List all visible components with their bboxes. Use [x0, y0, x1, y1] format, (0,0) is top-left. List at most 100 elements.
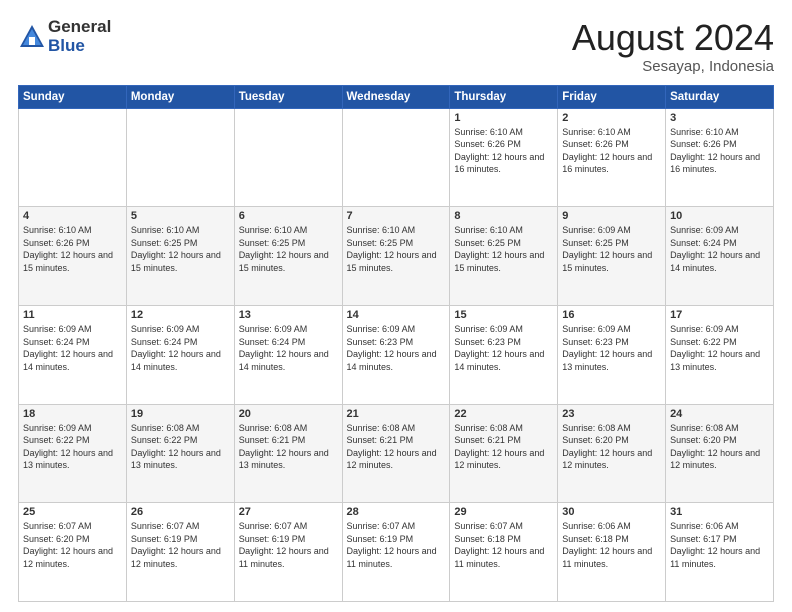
day-number: 13 [239, 309, 338, 321]
day-info: Sunrise: 6:07 AM Sunset: 6:19 PM Dayligh… [347, 520, 446, 570]
day-number: 7 [347, 210, 446, 222]
header-sunday: Sunday [19, 85, 127, 108]
day-info: Sunrise: 6:09 AM Sunset: 6:24 PM Dayligh… [131, 323, 230, 373]
day-info: Sunrise: 6:08 AM Sunset: 6:20 PM Dayligh… [670, 422, 769, 472]
day-number: 14 [347, 309, 446, 321]
calendar-cell: 3 Sunrise: 6:10 AM Sunset: 6:26 PM Daylig… [666, 108, 774, 207]
logo-text: General Blue [48, 18, 111, 55]
calendar-cell: 14 Sunrise: 6:09 AM Sunset: 6:23 PM Dayli… [342, 305, 450, 404]
calendar-cell: 18Sunrise: 6:09 AM Sunset: 6:22 PM Dayli… [19, 404, 127, 503]
header-thursday: Thursday [450, 85, 558, 108]
day-info: Sunrise: 6:06 AM Sunset: 6:17 PM Dayligh… [670, 520, 769, 570]
calendar-cell: 15 Sunrise: 6:09 AM Sunset: 6:23 PM Dayli… [450, 305, 558, 404]
day-info: Sunrise: 6:10 AM Sunset: 6:26 PM Dayligh… [670, 126, 769, 176]
calendar-cell: 1 Sunrise: 6:10 AM Sunset: 6:26 PM Daylig… [450, 108, 558, 207]
day-info: Sunrise: 6:10 AM Sunset: 6:26 PM Dayligh… [454, 126, 553, 176]
logo-icon [18, 23, 46, 51]
day-info: Sunrise: 6:09 AM Sunset: 6:23 PM Dayligh… [347, 323, 446, 373]
day-info: Sunrise: 6:08 AM Sunset: 6:20 PM Dayligh… [562, 422, 661, 472]
day-number: 19 [131, 408, 230, 420]
day-info: Sunrise: 6:09 AM Sunset: 6:22 PM Dayligh… [670, 323, 769, 373]
calendar-cell: 7 Sunrise: 6:10 AM Sunset: 6:25 PM Daylig… [342, 207, 450, 306]
calendar-cell: 26 Sunrise: 6:07 AM Sunset: 6:19 PM Dayli… [126, 503, 234, 602]
day-number: 8 [454, 210, 553, 222]
day-number: 5 [131, 210, 230, 222]
day-info: Sunrise: 6:08 AM Sunset: 6:21 PM Dayligh… [239, 422, 338, 472]
day-number: 20 [239, 408, 338, 420]
day-number: 26 [131, 506, 230, 518]
calendar-cell: 5 Sunrise: 6:10 AM Sunset: 6:25 PM Daylig… [126, 207, 234, 306]
header-saturday: Saturday [666, 85, 774, 108]
calendar-cell: 23Sunrise: 6:08 AM Sunset: 6:20 PM Dayli… [558, 404, 666, 503]
day-info: Sunrise: 6:08 AM Sunset: 6:21 PM Dayligh… [454, 422, 553, 472]
calendar-cell [126, 108, 234, 207]
day-number: 11 [23, 309, 122, 321]
calendar-cell: 17 Sunrise: 6:09 AM Sunset: 6:22 PM Dayli… [666, 305, 774, 404]
calendar-cell [234, 108, 342, 207]
day-number: 29 [454, 506, 553, 518]
calendar-cell: 2 Sunrise: 6:10 AM Sunset: 6:26 PM Daylig… [558, 108, 666, 207]
day-info: Sunrise: 6:09 AM Sunset: 6:23 PM Dayligh… [454, 323, 553, 373]
day-info: Sunrise: 6:07 AM Sunset: 6:19 PM Dayligh… [131, 520, 230, 570]
calendar-cell: 11 Sunrise: 6:09 AM Sunset: 6:24 PM Dayli… [19, 305, 127, 404]
month-title: August 2024 [572, 18, 774, 58]
day-info: Sunrise: 6:06 AM Sunset: 6:18 PM Dayligh… [562, 520, 661, 570]
day-number: 25 [23, 506, 122, 518]
calendar-cell: 27 Sunrise: 6:07 AM Sunset: 6:19 PM Dayli… [234, 503, 342, 602]
calendar-cell: 9Sunrise: 6:09 AM Sunset: 6:25 PM Daylig… [558, 207, 666, 306]
calendar-cell: 30 Sunrise: 6:06 AM Sunset: 6:18 PM Dayli… [558, 503, 666, 602]
day-info: Sunrise: 6:09 AM Sunset: 6:22 PM Dayligh… [23, 422, 122, 472]
calendar-cell: 16Sunrise: 6:09 AM Sunset: 6:23 PM Dayli… [558, 305, 666, 404]
calendar-cell: 25Sunrise: 6:07 AM Sunset: 6:20 PM Dayli… [19, 503, 127, 602]
day-number: 22 [454, 408, 553, 420]
day-number: 15 [454, 309, 553, 321]
day-number: 3 [670, 112, 769, 124]
day-info: Sunrise: 6:08 AM Sunset: 6:22 PM Dayligh… [131, 422, 230, 472]
day-number: 17 [670, 309, 769, 321]
day-number: 24 [670, 408, 769, 420]
calendar-cell: 28 Sunrise: 6:07 AM Sunset: 6:19 PM Dayli… [342, 503, 450, 602]
calendar-cell: 29 Sunrise: 6:07 AM Sunset: 6:18 PM Dayli… [450, 503, 558, 602]
day-info: Sunrise: 6:08 AM Sunset: 6:21 PM Dayligh… [347, 422, 446, 472]
calendar-cell: 21 Sunrise: 6:08 AM Sunset: 6:21 PM Dayli… [342, 404, 450, 503]
calendar-cell: 24 Sunrise: 6:08 AM Sunset: 6:20 PM Dayli… [666, 404, 774, 503]
day-number: 4 [23, 210, 122, 222]
title-block: August 2024 Sesayap, Indonesia [572, 18, 774, 75]
header: General Blue August 2024 Sesayap, Indone… [18, 18, 774, 75]
calendar-cell: 6Sunrise: 6:10 AM Sunset: 6:25 PM Daylig… [234, 207, 342, 306]
day-number: 31 [670, 506, 769, 518]
day-number: 9 [562, 210, 661, 222]
day-info: Sunrise: 6:10 AM Sunset: 6:26 PM Dayligh… [562, 126, 661, 176]
calendar-cell: 20 Sunrise: 6:08 AM Sunset: 6:21 PM Dayli… [234, 404, 342, 503]
day-info: Sunrise: 6:10 AM Sunset: 6:26 PM Dayligh… [23, 224, 122, 274]
header-tuesday: Tuesday [234, 85, 342, 108]
calendar-cell [19, 108, 127, 207]
calendar-cell: 19 Sunrise: 6:08 AM Sunset: 6:22 PM Dayli… [126, 404, 234, 503]
calendar-cell [342, 108, 450, 207]
day-number: 21 [347, 408, 446, 420]
logo: General Blue [18, 18, 111, 55]
day-number: 1 [454, 112, 553, 124]
day-number: 30 [562, 506, 661, 518]
calendar-cell: 8Sunrise: 6:10 AM Sunset: 6:25 PM Daylig… [450, 207, 558, 306]
day-number: 12 [131, 309, 230, 321]
header-friday: Friday [558, 85, 666, 108]
day-number: 10 [670, 210, 769, 222]
day-info: Sunrise: 6:10 AM Sunset: 6:25 PM Dayligh… [131, 224, 230, 274]
calendar-cell: 31 Sunrise: 6:06 AM Sunset: 6:17 PM Dayli… [666, 503, 774, 602]
location: Sesayap, Indonesia [572, 58, 774, 75]
calendar-week-row: 18Sunrise: 6:09 AM Sunset: 6:22 PM Dayli… [19, 404, 774, 503]
day-number: 28 [347, 506, 446, 518]
day-number: 27 [239, 506, 338, 518]
page: General Blue August 2024 Sesayap, Indone… [0, 0, 792, 612]
day-info: Sunrise: 6:09 AM Sunset: 6:24 PM Dayligh… [23, 323, 122, 373]
day-info: Sunrise: 6:10 AM Sunset: 6:25 PM Dayligh… [347, 224, 446, 274]
day-number: 6 [239, 210, 338, 222]
calendar-cell: 4 Sunrise: 6:10 AM Sunset: 6:26 PM Daylig… [19, 207, 127, 306]
header-monday: Monday [126, 85, 234, 108]
calendar-week-row: 4 Sunrise: 6:10 AM Sunset: 6:26 PM Daylig… [19, 207, 774, 306]
day-number: 2 [562, 112, 661, 124]
day-info: Sunrise: 6:07 AM Sunset: 6:18 PM Dayligh… [454, 520, 553, 570]
calendar-table: Sunday Monday Tuesday Wednesday Thursday… [18, 85, 774, 602]
day-info: Sunrise: 6:07 AM Sunset: 6:19 PM Dayligh… [239, 520, 338, 570]
